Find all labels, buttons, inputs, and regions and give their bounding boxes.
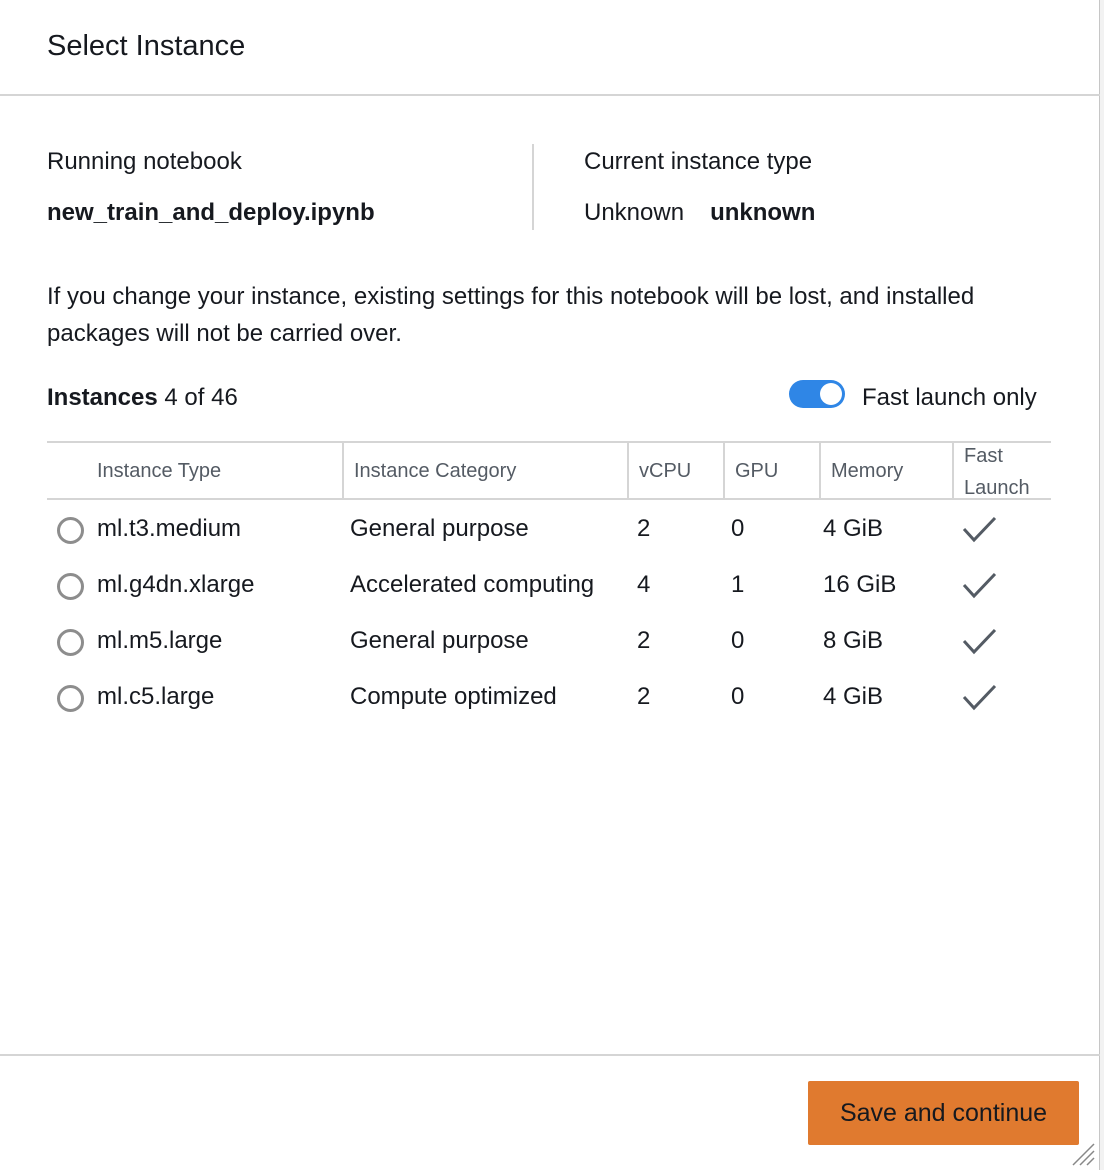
cell-gpu: 1 — [731, 571, 745, 598]
instances-heading: Instances 4 of 46 — [47, 384, 238, 412]
table-row[interactable]: ml.m5.large General purpose 2 0 8 GiB — [47, 613, 1051, 669]
current-instance-value-bold: unknown — [710, 199, 816, 226]
cell-category: General purpose — [350, 515, 529, 542]
cell-category: General purpose — [350, 627, 529, 654]
fast-launch-toggle[interactable] — [789, 380, 845, 408]
change-instance-warning: If you change your instance, existing se… — [47, 283, 975, 347]
header-gpu[interactable]: GPU — [723, 443, 820, 500]
dialog-title: Select Instance — [47, 30, 246, 62]
running-notebook-section: Running notebook new_train_and_deploy.ip… — [47, 148, 375, 227]
cell-vcpu: 2 — [637, 515, 651, 542]
resize-grip-icon[interactable] — [1069, 1140, 1095, 1166]
cell-memory: 16 GiB — [823, 571, 897, 598]
cell-category: Accelerated computing — [350, 571, 595, 598]
current-instance-value: Unknown — [584, 199, 685, 226]
background-edge — [1100, 0, 1104, 1170]
cell-vcpu: 2 — [637, 683, 651, 710]
footer-divider — [0, 1054, 1100, 1056]
header-instance-type[interactable]: Instance Type — [97, 443, 343, 500]
instance-radio[interactable] — [57, 685, 84, 712]
cell-vcpu: 2 — [637, 627, 651, 654]
instances-table: Instance Type Instance Category vCPU GPU… — [47, 441, 1051, 725]
instances-count: 4 of 46 — [164, 384, 238, 411]
instance-radio[interactable] — [57, 573, 84, 600]
fast-launch-check-icon — [962, 572, 997, 599]
info-divider — [532, 144, 534, 230]
header-fast-launch[interactable]: Fast Launch — [952, 443, 1051, 500]
running-notebook-value: new_train_and_deploy.ipynb — [47, 199, 375, 226]
instances-title: Instances — [47, 384, 158, 411]
table-header: Instance Type Instance Category vCPU GPU… — [47, 441, 1051, 500]
cell-type: ml.m5.large — [97, 627, 223, 654]
cell-gpu: 0 — [731, 627, 745, 654]
header-vcpu[interactable]: vCPU — [627, 443, 724, 500]
cell-category: Compute optimized — [350, 683, 557, 710]
instance-radio[interactable] — [57, 629, 84, 656]
cell-gpu: 0 — [731, 683, 745, 710]
cell-memory: 4 GiB — [823, 683, 884, 710]
running-notebook-label: Running notebook — [47, 148, 242, 175]
cell-memory: 4 GiB — [823, 515, 884, 542]
current-instance-label: Current instance type — [584, 148, 813, 175]
table-body: ml.t3.medium General purpose 2 0 4 GiB ml.g4d… — [47, 501, 1051, 725]
cell-type: ml.t3.medium — [97, 515, 242, 542]
header-fast-launch-line2: Launch — [964, 476, 1030, 499]
dialog-header: Select Instance — [0, 0, 1100, 96]
fast-launch-check-icon — [962, 684, 997, 711]
instance-radio[interactable] — [57, 517, 84, 544]
table-row[interactable]: ml.g4dn.xlarge Accelerated computing 4 1 16 … — [47, 557, 1051, 613]
cell-vcpu: 4 — [637, 571, 651, 598]
fast-launch-check-icon — [962, 628, 997, 655]
header-instance-category[interactable]: Instance Category — [342, 443, 628, 500]
cell-gpu: 0 — [731, 515, 745, 542]
table-row[interactable]: ml.t3.medium General purpose 2 0 4 GiB — [47, 501, 1051, 557]
cell-type: ml.g4dn.xlarge — [97, 571, 255, 598]
cell-type: ml.c5.large — [97, 683, 215, 710]
current-instance-section: Current instance type Unknown unknown — [584, 148, 815, 227]
header-memory[interactable]: Memory — [819, 443, 953, 500]
select-instance-dialog: Select Instance Running notebook new_tra… — [0, 0, 1100, 1170]
fast-launch-label: Fast launch only — [862, 384, 1037, 411]
toggle-knob — [820, 383, 842, 405]
cell-memory: 8 GiB — [823, 627, 884, 654]
table-row[interactable]: ml.c5.large Compute optimized 2 0 4 GiB — [47, 669, 1051, 725]
fast-launch-check-icon — [962, 516, 997, 543]
header-fast-launch-line1: Fast — [964, 444, 1003, 467]
save-and-continue-button[interactable]: Save and continue — [808, 1081, 1079, 1145]
